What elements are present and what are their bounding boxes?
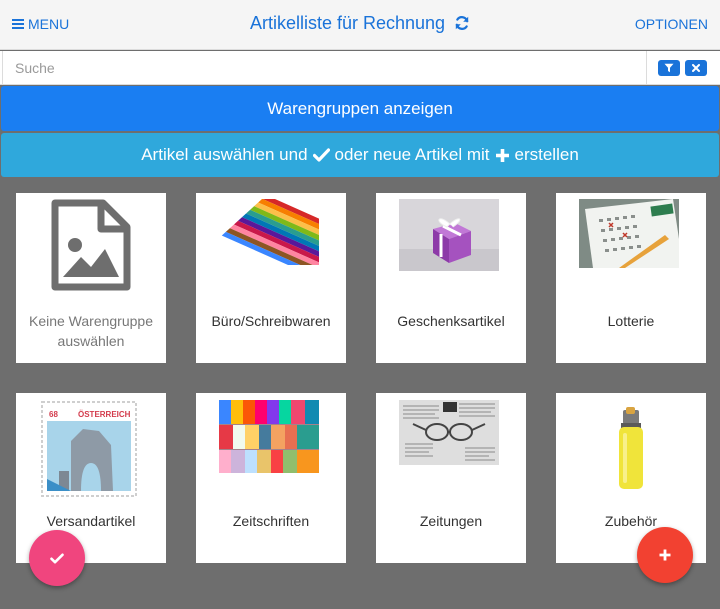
confirm-selection-button[interactable]: [29, 530, 85, 586]
gift-box-image: [399, 199, 499, 271]
tile-label: Zeitschriften: [232, 513, 310, 529]
check-icon: [312, 148, 330, 162]
tile-label: Zubehör: [604, 513, 658, 529]
close-icon: [692, 64, 700, 72]
page-title-text: Artikelliste für Rechnung: [249, 13, 446, 33]
stamp-country: ÖSTERREICH: [78, 410, 131, 419]
tile-gifts[interactable]: Geschenksartikel: [376, 193, 526, 363]
clear-search-button[interactable]: [685, 60, 707, 76]
menu-button[interactable]: MENU: [12, 16, 69, 32]
plus-icon: [659, 549, 671, 561]
image-file-icon: [51, 199, 131, 291]
lighter-image: [611, 407, 651, 491]
tile-office-supplies[interactable]: Büro/Schreibwaren: [196, 193, 346, 363]
check-icon: [50, 553, 64, 563]
stamp-value: 68: [49, 410, 58, 419]
search-bar: [0, 51, 720, 85]
hint-text-2: oder neue Artikel mit: [334, 145, 490, 164]
page-title: Artikelliste für Rechnung: [0, 13, 720, 36]
tile-label: Geschenksartikel: [397, 313, 505, 329]
magazines-image: [219, 400, 319, 473]
lottery-ticket-image: [579, 199, 679, 268]
tile-label: Büro/Schreibwaren: [211, 313, 331, 329]
hint-text-3: erstellen: [514, 145, 579, 164]
postage-stamp-image: 68 ÖSTERREICH: [41, 401, 137, 497]
top-bar: MENU Artikelliste für Rechnung OPTIONEN: [0, 0, 720, 50]
filter-icon: [664, 63, 674, 73]
show-groups-button[interactable]: Warengruppen anzeigen: [1, 86, 719, 131]
hint-text-1: Artikel auswählen und: [141, 145, 308, 164]
menu-label: MENU: [28, 16, 70, 32]
tile-no-group[interactable]: Keine Warengruppe auswählen: [16, 193, 166, 363]
tile-label: Zeitungen: [419, 513, 483, 529]
hint-bar: Artikel auswählen und oder neue Artikel …: [1, 133, 719, 177]
add-article-button[interactable]: [637, 527, 693, 583]
plus-icon: [495, 148, 509, 162]
options-button[interactable]: OPTIONEN: [635, 16, 708, 32]
newspapers-image: [399, 400, 499, 465]
tile-label: Versandartikel: [46, 513, 136, 529]
tile-label: Lotterie: [607, 313, 655, 329]
filter-button[interactable]: [658, 60, 680, 76]
hamburger-icon: [12, 19, 24, 29]
tile-label: Keine Warengruppe auswählen: [28, 313, 153, 349]
tile-lottery[interactable]: Lotterie: [556, 193, 706, 363]
tile-newspapers[interactable]: Zeitungen: [376, 393, 526, 563]
search-input[interactable]: [2, 51, 647, 85]
tile-magazines[interactable]: Zeitschriften: [196, 393, 346, 563]
colored-pencils-image: [218, 199, 319, 265]
refresh-icon[interactable]: [454, 15, 470, 36]
